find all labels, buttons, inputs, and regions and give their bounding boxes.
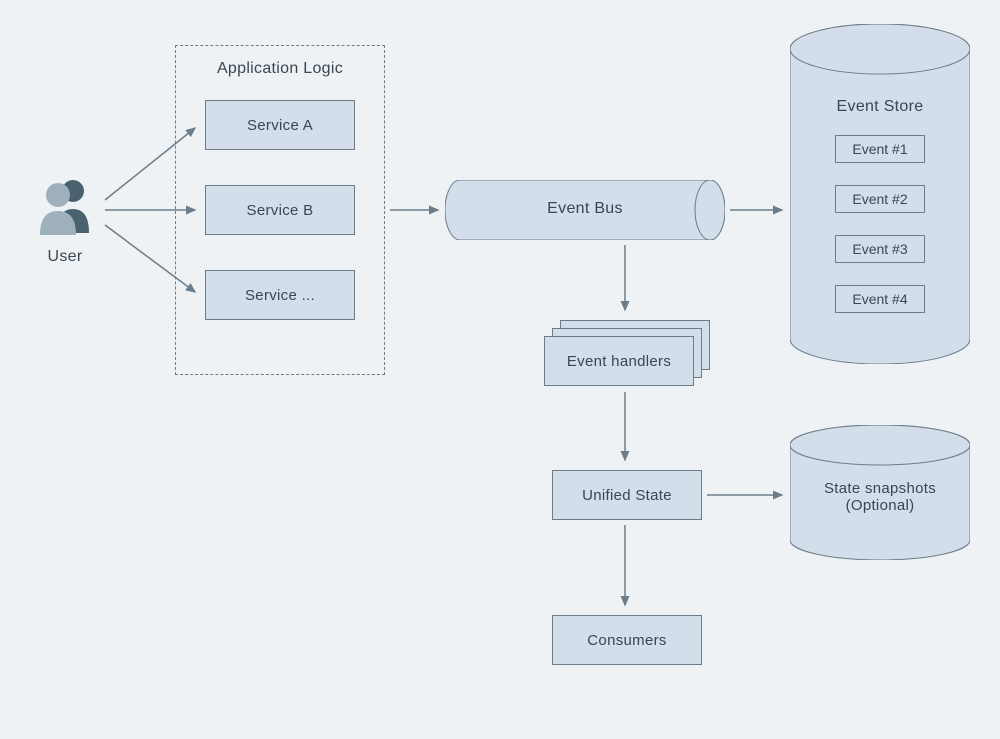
snapshots-line1: State snapshots: [790, 480, 970, 497]
event-item: Event #3: [835, 235, 925, 263]
event-store-title: Event Store: [790, 98, 970, 116]
event-item: Event #2: [835, 185, 925, 213]
consumers-box: Consumers: [552, 615, 702, 665]
service-a-box: Service A: [205, 100, 355, 150]
service-label: Service ...: [245, 287, 315, 304]
event-item: Event #1: [835, 135, 925, 163]
service-more-box: Service ...: [205, 270, 355, 320]
service-label: Service B: [247, 202, 314, 219]
application-logic-title: Application Logic: [175, 60, 385, 78]
event-handlers-label: Event handlers: [567, 353, 671, 370]
event-label: Event #1: [852, 141, 907, 157]
unified-state-box: Unified State: [552, 470, 702, 520]
service-b-box: Service B: [205, 185, 355, 235]
user-label: User: [30, 248, 100, 266]
event-label: Event #4: [852, 291, 907, 307]
consumers-label: Consumers: [587, 632, 666, 649]
user-icon: [30, 175, 100, 235]
event-bus-label: Event Bus: [445, 200, 725, 218]
event-label: Event #3: [852, 241, 907, 257]
event-label: Event #2: [852, 191, 907, 207]
event-handlers-card-front: Event handlers: [544, 336, 694, 386]
unified-state-label: Unified State: [582, 487, 672, 504]
snapshots-line2: (Optional): [790, 497, 970, 514]
snapshots-label-group: State snapshots (Optional): [790, 480, 970, 514]
event-item: Event #4: [835, 285, 925, 313]
service-label: Service A: [247, 117, 313, 134]
